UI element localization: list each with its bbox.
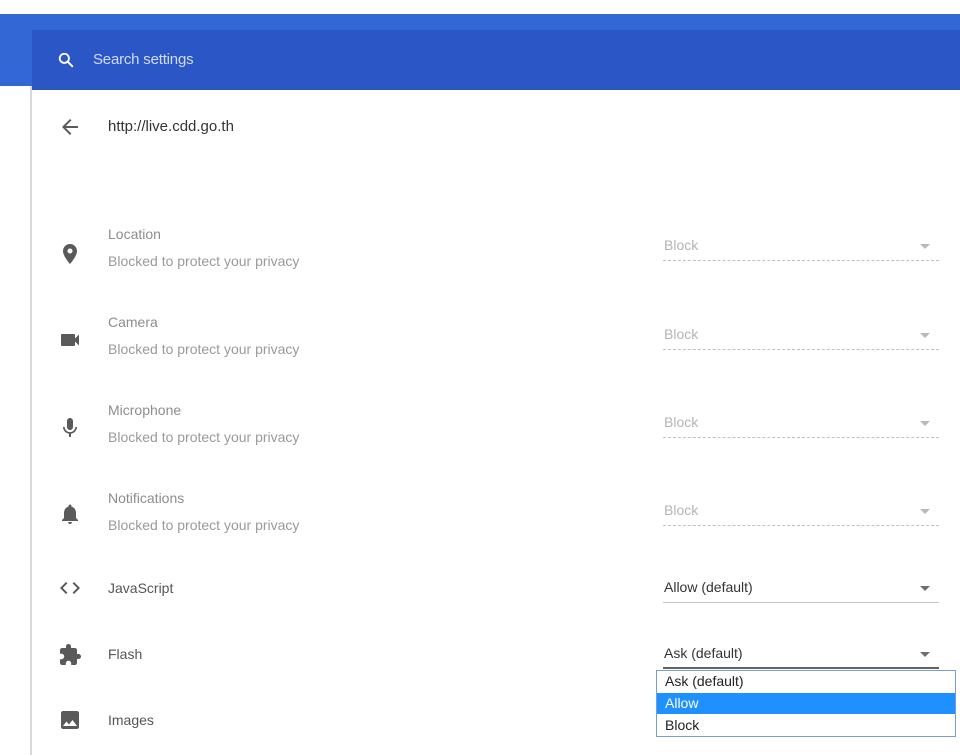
permission-title: Microphone: [108, 402, 182, 418]
select-value: Block: [664, 237, 699, 253]
permission-title: Camera: [108, 314, 158, 330]
select-underline: [663, 602, 939, 603]
search-placeholder: Search settings: [93, 51, 194, 68]
location-pin-icon: [63, 244, 77, 264]
select-value: Block: [664, 414, 699, 430]
permission-title: Images: [108, 712, 154, 728]
site-url-title: http://live.cdd.go.th: [108, 118, 234, 135]
select-value: Block: [664, 326, 699, 342]
camera-icon: [61, 334, 79, 346]
dropdown-option-ask[interactable]: Ask (default): [657, 671, 955, 692]
flash-permission-select[interactable]: Ask (default): [663, 641, 939, 669]
dropdown-arrow-icon: [920, 421, 930, 426]
site-settings-page: Search settings http://live.cdd.go.th Lo…: [0, 0, 960, 755]
select-value: Ask (default): [664, 645, 743, 661]
dropdown-arrow-icon: [920, 244, 930, 249]
flash-dropdown-list: Ask (default) Allow Block: [656, 670, 956, 737]
permission-subtitle: Blocked to protect your privacy: [108, 253, 300, 269]
microphone-icon: [63, 418, 77, 437]
search-icon: [58, 52, 74, 68]
microphone-permission-select[interactable]: Block: [663, 410, 939, 438]
select-value: Allow (default): [664, 579, 753, 595]
code-icon: [60, 582, 80, 594]
settings-header: Search settings: [0, 14, 960, 90]
permission-title: JavaScript: [108, 580, 174, 596]
search-input[interactable]: Search settings: [32, 30, 960, 90]
card-left-border: [30, 86, 32, 755]
permission-subtitle: Blocked to protect your privacy: [108, 517, 300, 533]
permission-title: Flash: [108, 646, 143, 662]
notifications-permission-select[interactable]: Block: [663, 498, 939, 526]
permission-title: Location: [108, 226, 161, 242]
image-icon: [61, 711, 79, 729]
dropdown-arrow-icon: [920, 652, 930, 657]
puzzle-icon: [60, 644, 81, 665]
dropdown-arrow-icon: [920, 509, 930, 514]
select-underline: [663, 667, 939, 669]
select-underline: [663, 525, 939, 526]
dropdown-option-allow[interactable]: Allow: [657, 693, 955, 714]
select-underline: [663, 437, 939, 438]
permission-subtitle: Blocked to protect your privacy: [108, 341, 300, 357]
arrow-back-icon[interactable]: [58, 115, 82, 139]
dropdown-arrow-icon: [920, 333, 930, 338]
dropdown-arrow-icon: [920, 586, 930, 591]
camera-permission-select[interactable]: Block: [663, 322, 939, 350]
select-value: Block: [664, 502, 699, 518]
javascript-permission-select[interactable]: Allow (default): [663, 575, 939, 603]
window-top-strip: [0, 0, 960, 14]
select-underline: [663, 349, 939, 350]
dropdown-option-block[interactable]: Block: [657, 715, 955, 736]
permission-subtitle: Blocked to protect your privacy: [108, 429, 300, 445]
select-underline: [663, 260, 939, 261]
permission-title: Notifications: [108, 490, 185, 506]
bell-icon: [62, 504, 78, 524]
location-permission-select[interactable]: Block: [663, 233, 939, 261]
